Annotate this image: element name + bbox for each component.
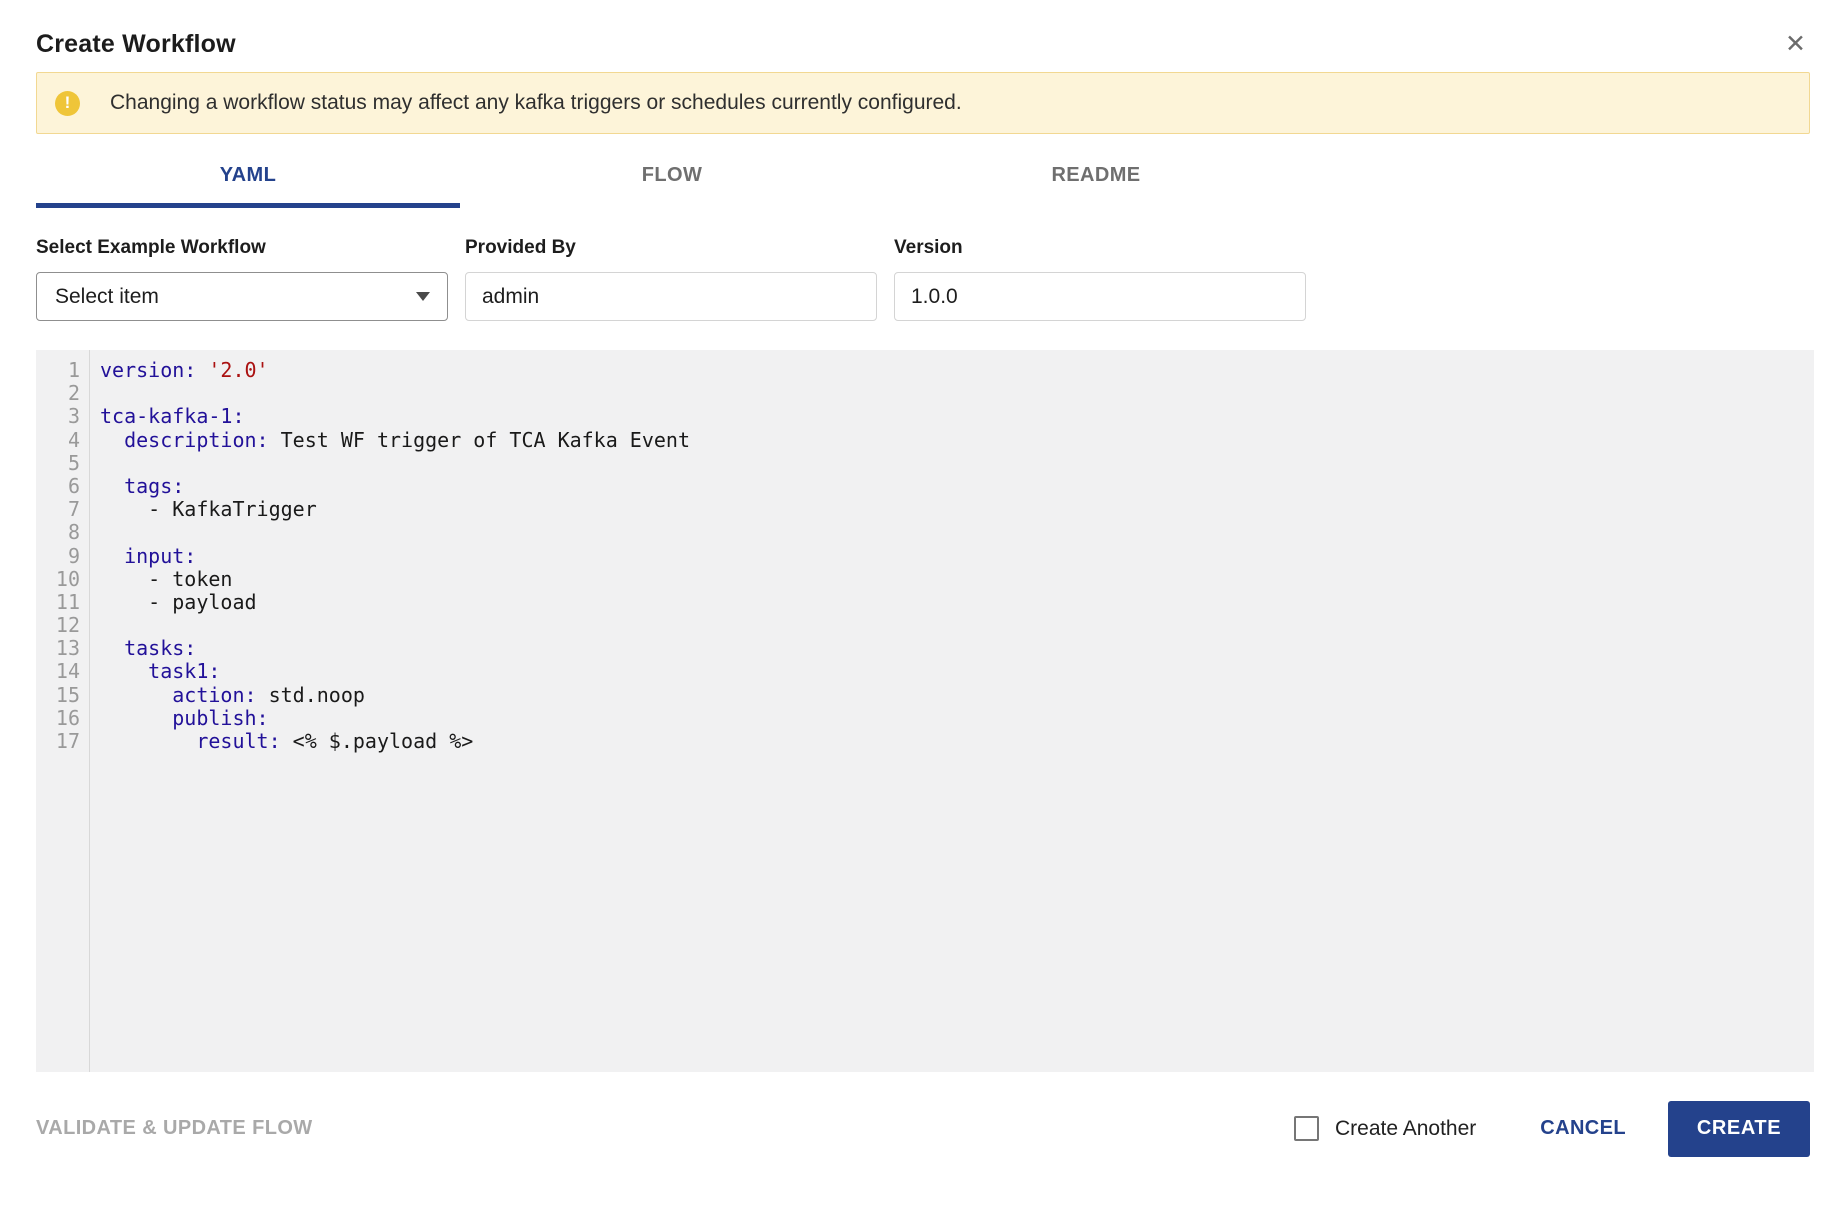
line-number: 9 <box>67 543 80 568</box>
tab-flow[interactable]: FLOW <box>460 147 884 208</box>
code-line: 5 <box>36 450 1814 475</box>
close-icon[interactable]: ✕ <box>1781 30 1810 59</box>
tab-bar: YAML FLOW README <box>36 147 1810 208</box>
line-number: 13 <box>55 636 80 661</box>
line-number: 15 <box>55 682 80 707</box>
line-number: 3 <box>67 404 80 429</box>
line-number: 17 <box>55 729 80 753</box>
code-text: - KafkaTrigger <box>100 497 317 522</box>
workflow-form: Select Example Workflow Select item Prov… <box>36 237 1810 321</box>
line-number: 14 <box>55 659 80 684</box>
cancel-button[interactable]: CANCEL <box>1540 1117 1626 1140</box>
warning-text: Changing a workflow status may affect an… <box>110 91 962 114</box>
code-text: description: Test WF trigger of TCA Kafk… <box>100 427 691 452</box>
line-number: 12 <box>55 613 80 638</box>
code-text: version: '2.0' <box>100 358 269 382</box>
code-line: 10 - token <box>36 566 1814 591</box>
code-line: 15 action: std.noop <box>36 682 1814 707</box>
footer-actions: Create Another CANCEL CREATE <box>1294 1100 1810 1157</box>
create-workflow-modal: Create Workflow ✕ ! Changing a workflow … <box>0 0 1846 1157</box>
create-another-checkbox[interactable] <box>1294 1116 1319 1141</box>
code-text: result: <% $.payload %> <box>100 729 474 753</box>
example-workflow-field: Select Example Workflow Select item <box>36 237 448 321</box>
line-number: 11 <box>55 589 80 614</box>
create-another-label[interactable]: Create Another <box>1335 1117 1476 1141</box>
tab-readme[interactable]: README <box>884 147 1308 208</box>
code-line: 8 <box>36 521 1814 544</box>
code-line: 9 input: <box>36 543 1814 568</box>
code-text: tags: <box>100 473 185 498</box>
line-number: 6 <box>67 473 80 498</box>
warning-banner: ! Changing a workflow status may affect … <box>36 72 1810 134</box>
code-line: 7 - KafkaTrigger <box>36 497 1814 522</box>
code-lines: 1 version: '2.0' 2 3 tca-kafka-1: 4 descripti… <box>36 350 1814 753</box>
line-number: 16 <box>55 705 80 730</box>
code-text: - payload <box>100 589 257 614</box>
example-workflow-label: Select Example Workflow <box>36 237 266 258</box>
code-line: 6 tags: <box>36 473 1814 498</box>
provided-by-label: Provided By <box>465 237 576 258</box>
code-line: 2 <box>36 381 1814 406</box>
code-line: 14 task1: <box>36 660 1814 683</box>
code-line: 4 description: Test WF trigger of TCA Ka… <box>36 427 1814 452</box>
code-text: action: std.noop <box>100 682 365 707</box>
code-text: input: <box>100 543 197 568</box>
code-text: tasks: <box>100 636 197 661</box>
example-workflow-selected-value: Select item <box>55 284 159 308</box>
line-number: 4 <box>67 427 80 452</box>
line-number: 8 <box>67 520 80 545</box>
line-number: 10 <box>55 566 80 591</box>
version-input[interactable] <box>894 272 1306 321</box>
code-line: 1 version: '2.0' <box>36 358 1814 382</box>
code-line: 3 tca-kafka-1: <box>36 405 1814 428</box>
version-field: Version <box>894 237 1306 321</box>
example-workflow-select[interactable]: Select item <box>36 272 448 321</box>
provided-by-field: Provided By <box>465 237 877 321</box>
code-text: publish: <box>100 705 269 730</box>
line-number: 7 <box>67 497 80 522</box>
modal-footer: VALIDATE & UPDATE FLOW Create Another CA… <box>36 1100 1810 1157</box>
tab-yaml[interactable]: YAML <box>36 147 460 208</box>
validate-update-flow-button[interactable]: VALIDATE & UPDATE FLOW <box>36 1117 313 1140</box>
modal-header: Create Workflow ✕ <box>36 0 1810 59</box>
warning-icon: ! <box>55 90 80 116</box>
line-number: 1 <box>67 358 80 382</box>
code-text: - token <box>100 566 233 591</box>
code-line: 13 tasks: <box>36 637 1814 660</box>
create-button[interactable]: CREATE <box>1668 1100 1810 1157</box>
code-line: 12 <box>36 613 1814 638</box>
line-number: 5 <box>67 450 80 475</box>
line-number: 2 <box>67 381 80 406</box>
code-line: 16 publish: <box>36 705 1814 730</box>
yaml-editor[interactable]: 1 version: '2.0' 2 3 tca-kafka-1: 4 descripti… <box>36 350 1814 1072</box>
chevron-down-icon <box>416 292 430 301</box>
code-line: 11 - payload <box>36 589 1814 614</box>
code-text: tca-kafka-1: <box>100 404 245 429</box>
page-title: Create Workflow <box>36 30 236 58</box>
version-label: Version <box>894 237 963 258</box>
code-text: task1: <box>100 659 221 684</box>
provided-by-input[interactable] <box>465 272 877 321</box>
code-line: 17 result: <% $.payload %> <box>36 729 1814 753</box>
